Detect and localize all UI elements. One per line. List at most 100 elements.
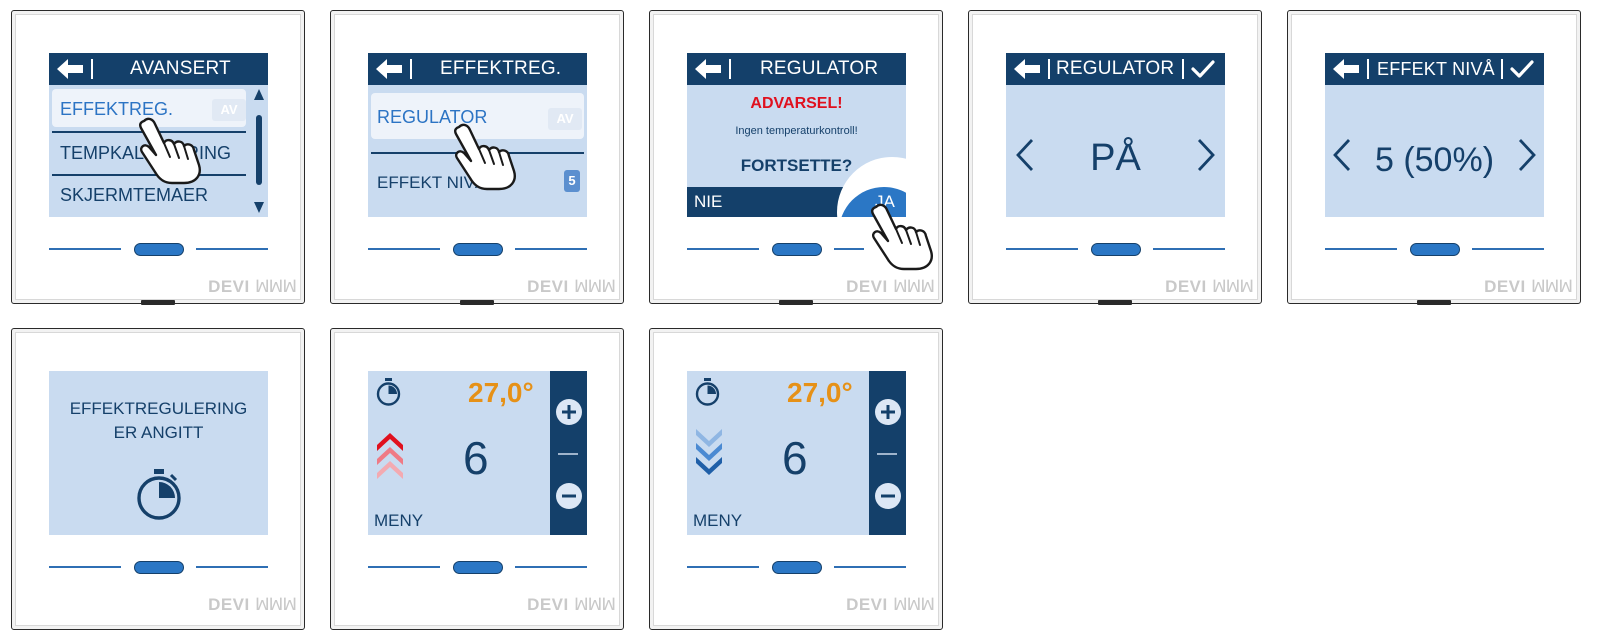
home-button[interactable] [772,243,822,256]
menu-label[interactable]: MENY [693,511,742,531]
screen-header: AVANSERT [49,53,268,85]
bottom-control-bar [687,243,906,256]
pointing-hand-icon [139,117,201,185]
home-button[interactable] [453,243,503,256]
confirmation-line-2: ER ANGITT [113,423,204,442]
status-badge: AV [548,108,582,130]
bottom-control-bar [1325,243,1544,256]
bar-line [196,248,268,250]
devi-logo: DEVI ꟽꟽꟽ [208,277,297,296]
minus-button-icon[interactable] [555,482,583,510]
bar-line [515,566,587,568]
thermostat-device-5: EFFEKT NIVÅ 5 (50%) DEVI ꟽꟽꟽ [1287,10,1581,305]
home-button[interactable] [134,561,184,574]
bar-line [1472,248,1544,250]
home-button[interactable] [772,561,822,574]
status-badge: AV [212,99,246,121]
thermostat-device-2: EFFEKTREG. REGULATOR AV EFFEKT NIVÅ 5 DE… [330,10,624,305]
thermostat-device-6: EFFEKTREGULERING ER ANGITT DEVI ꟽꟽꟽ [11,328,305,630]
control-separator [558,453,578,455]
header-separator [1182,59,1184,79]
power-level: 6 [463,432,489,484]
header-separator [410,59,412,79]
display-screen: EFFEKT NIVÅ 5 (50%) [1325,53,1544,217]
bottom-control-bar [49,243,268,256]
thermostat-device-4: REGULATOR PÅ DEVI ꟽꟽꟽ [968,10,1262,305]
plus-button-icon[interactable] [874,398,902,426]
back-arrow-icon[interactable] [1014,59,1040,79]
home-button[interactable] [1091,243,1141,256]
bar-line [368,248,440,250]
header-title: AVANSERT [130,58,231,79]
display-screen: REGULATOR ADVARSEL! Ingen temperaturkont… [687,53,906,217]
devi-logo: DEVI ꟽꟽꟽ [1165,277,1254,296]
confirm-check-icon[interactable] [1510,58,1534,80]
chevron-right-icon[interactable] [1516,137,1538,173]
device-notch [1098,300,1132,305]
header-separator [1367,59,1369,79]
setting-value: PÅ [1090,137,1141,179]
devi-logo: DEVI ꟽꟽꟽ [527,595,616,614]
bottom-control-bar [49,561,268,574]
bottom-control-bar [368,561,587,574]
bar-line [515,248,587,250]
warning-message: Ingen temperaturkontroll! [735,125,858,137]
bar-line [687,248,759,250]
value-badge: 5 [564,170,580,192]
screen-header: REGULATOR [1006,53,1225,85]
display-screen: EFFEKTREGULERING ER ANGITT [49,371,268,535]
bar-line [1325,248,1397,250]
device-notch [460,300,494,305]
bar-line [687,566,759,568]
minus-button-icon[interactable] [874,482,902,510]
bottom-control-bar [368,243,587,256]
warning-title: ADVARSEL! [750,95,843,112]
no-button[interactable]: NIE [694,192,722,212]
home-button[interactable] [134,243,184,256]
bar-line [834,248,864,250]
confirm-check-icon[interactable] [1191,58,1215,80]
home-button[interactable] [1410,243,1460,256]
bar-line [368,566,440,568]
thermostat-device-3: REGULATOR ADVARSEL! Ingen temperaturkont… [649,10,943,305]
header-title: REGULATOR [760,58,879,79]
bar-line [834,566,906,568]
menu-item-skjermtemaer[interactable]: SKJERMTEMAER [60,185,208,206]
header-separator [729,59,731,79]
timer-icon [376,378,401,406]
home-button[interactable] [453,561,503,574]
thermostat-device-8: 27,0° 6 MENY DEVI ꟽꟽꟽ [649,328,943,630]
back-arrow-icon[interactable] [1333,59,1359,79]
device-notch [1417,300,1451,305]
bar-line [1006,248,1078,250]
plus-button-icon[interactable] [555,398,583,426]
display-screen: REGULATOR PÅ [1006,53,1225,217]
power-level: 6 [782,432,808,484]
cooling-down-arrows-icon [696,429,722,475]
heating-up-arrows-icon [377,433,403,479]
header-title: REGULATOR [1056,58,1175,79]
scrollbar[interactable] [252,87,266,215]
chevron-right-icon[interactable] [1195,137,1217,173]
back-arrow-icon[interactable] [695,59,721,79]
control-separator [877,453,897,455]
display-screen: 27,0° 6 MENY [687,371,906,535]
thermostat-device-1: AVANSERT EFFEKTREG. AV TEMPKALIBRERING S… [11,10,305,305]
screen-header: EFFEKT NIVÅ [1325,53,1544,85]
back-arrow-icon[interactable] [376,59,402,79]
back-arrow-icon[interactable] [57,59,83,79]
bottom-control-bar [1006,243,1225,256]
header-title: EFFEKT NIVÅ [1377,59,1495,79]
device-notch [779,300,813,305]
menu-label[interactable]: MENY [374,511,423,531]
header-title: EFFEKTREG. [440,58,562,79]
header-separator [91,59,93,79]
pointing-hand-icon [454,123,516,191]
devi-logo: DEVI ꟽꟽꟽ [846,595,935,614]
device-notch [141,300,175,305]
display-screen: 27,0° 6 MENY [368,371,587,535]
bar-line [1153,248,1225,250]
pointing-hand-icon [871,203,933,271]
screen-header: REGULATOR [687,53,906,85]
bar-line [49,566,121,568]
